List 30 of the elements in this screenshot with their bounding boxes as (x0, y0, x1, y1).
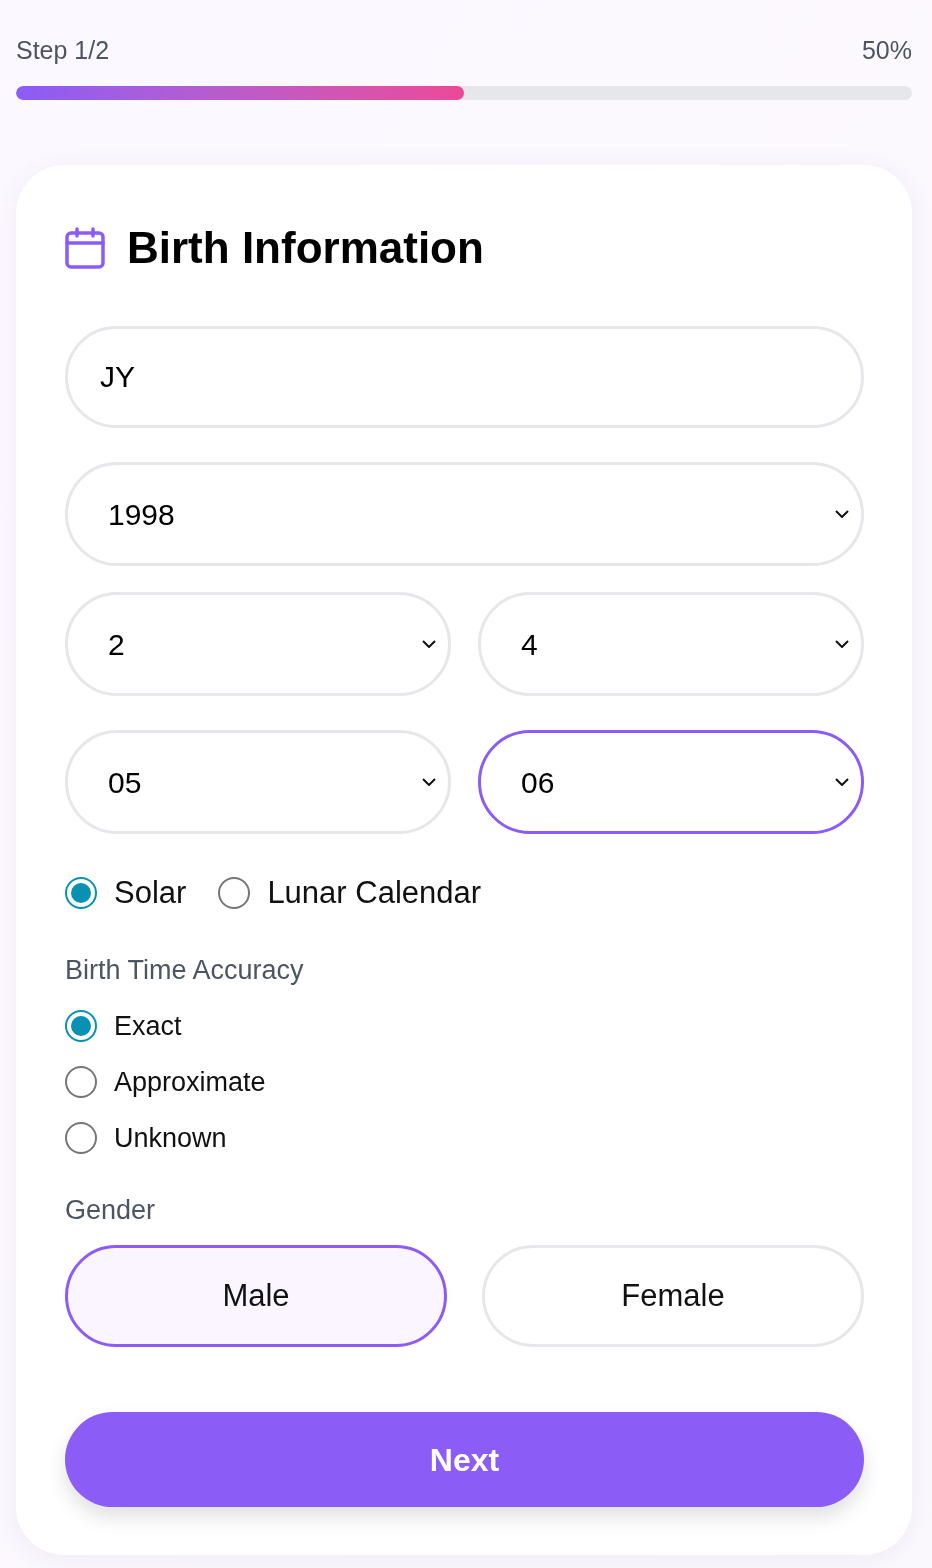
next-button[interactable]: Next (65, 1412, 864, 1507)
chevron-down-icon (422, 778, 436, 786)
step-label: Step 1/2 (16, 35, 110, 66)
gender-option[interactable]: Female (482, 1245, 864, 1347)
progress-percent: 50% (861, 35, 912, 66)
radio-button[interactable] (65, 1010, 97, 1042)
radio-button[interactable] (65, 1066, 97, 1098)
dropdown-select[interactable]: 05 (65, 730, 451, 834)
dropdown-select[interactable]: 4 (478, 592, 864, 696)
dropdown-select[interactable]: 2 (65, 592, 451, 696)
radio-label: Approximate (114, 1066, 266, 1099)
dropdown-select[interactable]: 06 (478, 730, 864, 834)
chevron-down-icon (422, 640, 436, 648)
radio-button[interactable] (65, 877, 97, 909)
radio-label: Solar (114, 876, 187, 910)
card-title: Birth Information (127, 222, 484, 274)
chevron-down-icon (835, 510, 849, 518)
radio-button[interactable] (218, 877, 251, 909)
calendar-icon (65, 227, 105, 269)
gender-option[interactable]: Male (65, 1245, 447, 1347)
radio-label: Exact (114, 1010, 182, 1043)
section-label: Gender (65, 1194, 157, 1227)
radio-label: Lunar Calendar (267, 876, 482, 910)
name-field[interactable]: JY (65, 326, 864, 428)
section-label: Birth Time Accuracy (65, 954, 305, 987)
radio-button[interactable] (65, 1122, 97, 1154)
chevron-down-icon (835, 778, 849, 786)
dropdown-select[interactable]: 1998 (65, 462, 864, 566)
radio-label: Unknown (114, 1122, 227, 1155)
chevron-down-icon (835, 640, 849, 648)
